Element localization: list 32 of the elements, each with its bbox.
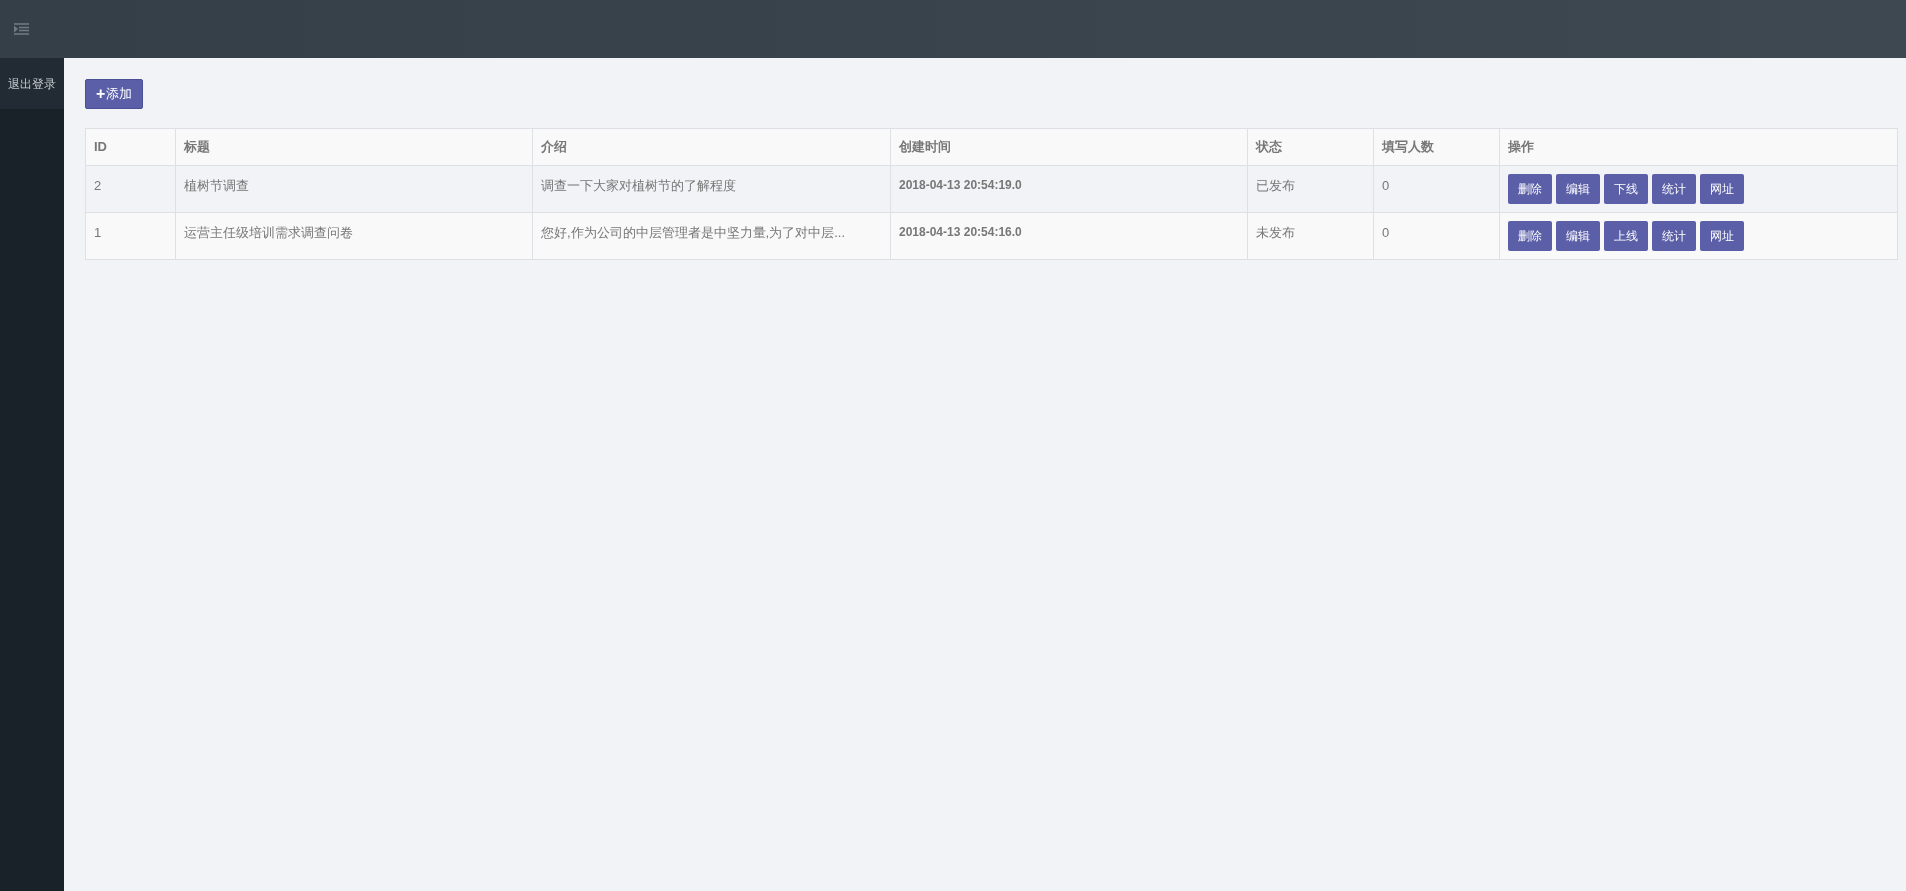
table-cell: 您好,作为公司的中层管理者是中坚力量,为了对中层... bbox=[532, 212, 891, 260]
sidebar-item[interactable]: 退出登录 bbox=[0, 58, 64, 109]
table-cell: 0 bbox=[1373, 165, 1500, 213]
table-cell: 调查一下大家对植树节的了解程度 bbox=[532, 165, 891, 213]
action-button[interactable]: 上线 bbox=[1604, 221, 1648, 251]
menu-icon[interactable] bbox=[14, 23, 29, 35]
action-button[interactable]: 下线 bbox=[1604, 174, 1648, 204]
column-header: 介绍 bbox=[532, 128, 891, 166]
action-button[interactable]: 删除 bbox=[1508, 221, 1552, 251]
column-header: 标题 bbox=[175, 128, 533, 166]
column-header: ID bbox=[85, 128, 176, 166]
action-button[interactable]: 编辑 bbox=[1556, 221, 1600, 251]
table-cell: 已发布 bbox=[1247, 165, 1374, 213]
action-button[interactable]: 网址 bbox=[1700, 221, 1744, 251]
action-button[interactable]: 编辑 bbox=[1556, 174, 1600, 204]
table-cell: 0 bbox=[1373, 212, 1500, 260]
table-cell: 2018-04-13 20:54:19.0 bbox=[890, 165, 1248, 213]
table-cell: 植树节调查 bbox=[175, 165, 533, 213]
column-header: 填写人数 bbox=[1373, 128, 1500, 166]
action-button[interactable]: 统计 bbox=[1652, 174, 1696, 204]
add-button[interactable]: +添加 bbox=[85, 79, 144, 109]
column-header: 状态 bbox=[1247, 128, 1374, 166]
table-cell: 2 bbox=[85, 165, 176, 213]
column-header: 操作 bbox=[1499, 128, 1898, 166]
column-header: 创建时间 bbox=[890, 128, 1248, 166]
table-cell: 1 bbox=[85, 212, 176, 260]
table-cell: 未发布 bbox=[1247, 212, 1374, 260]
action-button[interactable]: 统计 bbox=[1652, 221, 1696, 251]
table-cell: 运营主任级培训需求调查问卷 bbox=[175, 212, 533, 260]
action-button[interactable]: 删除 bbox=[1508, 174, 1552, 204]
table-cell: 2018-04-13 20:54:16.0 bbox=[890, 212, 1248, 260]
action-button[interactable]: 网址 bbox=[1700, 174, 1744, 204]
